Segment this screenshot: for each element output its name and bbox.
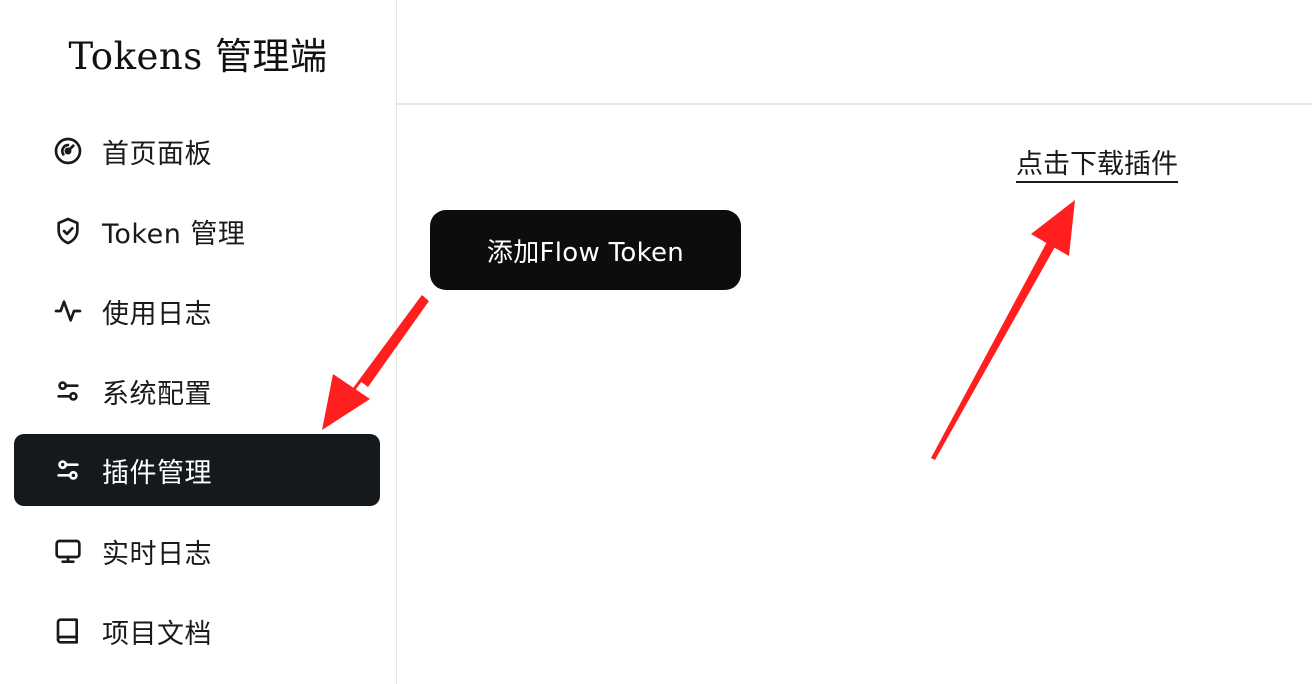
annotation-arrow-right-icon bbox=[931, 200, 1075, 460]
monitor-icon bbox=[52, 535, 84, 567]
sidebar-item-label: 首页面板 bbox=[102, 138, 212, 170]
sidebar-item-realtime-logs[interactable]: 实时日志 bbox=[14, 515, 380, 587]
app-root: Tokens 管理端 首页面板 Token 管理 使用日志 系统配置 插件管理 … bbox=[0, 0, 1312, 684]
download-plugin-link[interactable]: 点击下载插件 bbox=[1016, 142, 1178, 181]
sidebar: Tokens 管理端 首页面板 Token 管理 使用日志 系统配置 插件管理 … bbox=[0, 0, 397, 684]
book-icon bbox=[52, 615, 84, 647]
sidebar-item-token-management[interactable]: Token 管理 bbox=[14, 195, 380, 267]
sidebar-item-label: 实时日志 bbox=[102, 538, 212, 570]
sidebar-item-plugin-management[interactable]: 插件管理 bbox=[14, 434, 380, 506]
sidebar-item-usage-logs[interactable]: 使用日志 bbox=[14, 275, 380, 347]
brand-title: Tokens 管理端 bbox=[68, 35, 328, 78]
gauge-icon bbox=[52, 135, 84, 167]
sidebar-item-label: 插件管理 bbox=[102, 457, 212, 489]
shield-check-icon bbox=[52, 215, 84, 247]
sidebar-item-dashboard[interactable]: 首页面板 bbox=[14, 115, 380, 187]
sliders-icon bbox=[52, 375, 84, 407]
sidebar-item-system-config[interactable]: 系统配置 bbox=[14, 355, 380, 427]
sliders-icon bbox=[52, 454, 84, 486]
sidebar-item-label: 系统配置 bbox=[102, 378, 212, 410]
sidebar-item-label: 使用日志 bbox=[102, 298, 212, 330]
activity-icon bbox=[52, 295, 84, 327]
sidebar-item-project-docs[interactable]: 项目文档 bbox=[14, 595, 380, 667]
sidebar-item-label: Token 管理 bbox=[102, 218, 246, 250]
sidebar-item-label: 项目文档 bbox=[102, 618, 212, 650]
top-bar bbox=[397, 0, 1312, 105]
add-flow-token-button[interactable]: 添加Flow Token bbox=[430, 210, 741, 290]
